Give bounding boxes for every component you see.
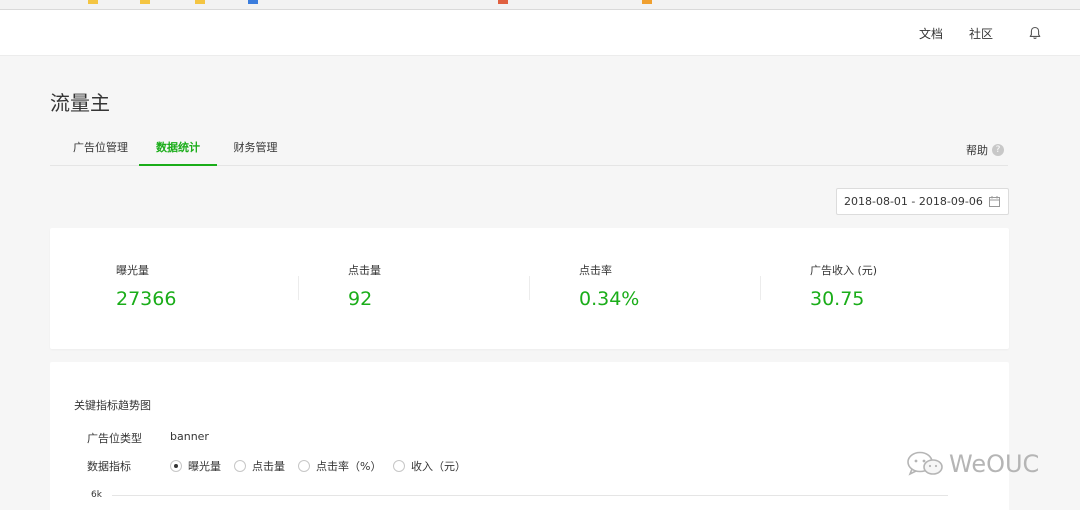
- page-title: 流量主: [50, 91, 110, 115]
- help-link[interactable]: 帮助 ?: [966, 142, 1004, 158]
- question-circle-icon: ?: [992, 144, 1004, 156]
- trend-title: 关键指标趋势图: [74, 399, 151, 412]
- radio-checked-icon: [170, 460, 182, 472]
- stat-value: 0.34%: [579, 288, 640, 310]
- stat-label: 广告收入 (元): [810, 264, 878, 277]
- stat-ad-revenue: 广告收入 (元) 30.75: [810, 262, 877, 310]
- radio-unchecked-icon: [234, 460, 246, 472]
- date-range-value: 2018-08-01 - 2018-09-06: [844, 195, 983, 208]
- bookmark-icon[interactable]: [140, 0, 150, 4]
- metric-radio-revenue[interactable]: 收入（元）: [393, 458, 466, 474]
- stat-label: 点击率: [579, 264, 612, 277]
- stat-value: 92: [348, 288, 373, 310]
- metric-label: 数据指标: [87, 460, 131, 473]
- bookmark-icon[interactable]: [88, 0, 98, 4]
- stat-label: 点击量: [348, 264, 381, 277]
- radio-unchecked-icon: [393, 460, 405, 472]
- docs-link[interactable]: 文档: [919, 25, 943, 42]
- tab-bar: 广告位管理 数据统计 财务管理 帮助 ?: [50, 130, 1008, 166]
- stat-impressions: 曝光量 27366: [116, 262, 176, 310]
- stat-click-rate: 点击率 0.34%: [579, 262, 639, 310]
- stat-divider: [760, 276, 761, 300]
- radio-label: 曝光量: [188, 460, 221, 473]
- radio-unchecked-icon: [298, 460, 310, 472]
- metric-radio-click-rate[interactable]: 点击率（%）: [298, 458, 381, 474]
- help-label: 帮助: [966, 144, 988, 157]
- bookmark-icon[interactable]: [498, 0, 508, 4]
- bookmark-icon[interactable]: [195, 0, 205, 4]
- bookmark-icon[interactable]: [642, 0, 652, 4]
- metric-radio-impressions[interactable]: 曝光量: [170, 458, 221, 474]
- radio-label: 点击量: [252, 460, 285, 473]
- wechat-icon: [907, 451, 943, 476]
- tab-data-statistics[interactable]: 数据统计: [139, 130, 217, 166]
- stat-divider: [529, 276, 530, 300]
- watermark: WeOUC: [905, 450, 1039, 478]
- ad-type-value: banner: [170, 430, 209, 443]
- stat-divider: [298, 276, 299, 300]
- stats-summary-card: 曝光量 27366 点击量 92 点击率 0.34% 广告收入 (元) 30.7…: [50, 228, 1009, 349]
- community-link[interactable]: 社区: [969, 25, 993, 42]
- chart-y-tick-label: 6k: [91, 490, 102, 500]
- bookmark-icon[interactable]: [248, 0, 258, 4]
- bell-icon[interactable]: [1027, 25, 1043, 41]
- stat-label: 曝光量: [116, 264, 149, 277]
- top-navigation-bar: 文档 社区: [0, 10, 1080, 56]
- browser-bookmarks-strip: [0, 0, 1080, 10]
- watermark-text: WeOUC: [949, 450, 1040, 478]
- ad-type-label: 广告位类型: [87, 432, 142, 445]
- metric-radio-clicks[interactable]: 点击量: [234, 458, 285, 474]
- tab-finance-management[interactable]: 财务管理: [217, 130, 294, 166]
- stat-value: 30.75: [810, 288, 865, 310]
- date-range-picker[interactable]: 2018-08-01 - 2018-09-06: [836, 188, 1009, 215]
- calendar-icon: [989, 196, 1000, 207]
- stat-value: 27366: [116, 288, 177, 310]
- chart-grid-line: [112, 495, 948, 496]
- tab-ad-slot-management[interactable]: 广告位管理: [56, 130, 145, 166]
- stat-clicks: 点击量 92: [348, 262, 381, 310]
- radio-label: 收入（元）: [411, 460, 466, 473]
- radio-label: 点击率（%）: [316, 460, 382, 473]
- trend-chart-card: 关键指标趋势图 广告位类型 banner 数据指标 曝光量 点击量 点击率（%）…: [50, 362, 1009, 510]
